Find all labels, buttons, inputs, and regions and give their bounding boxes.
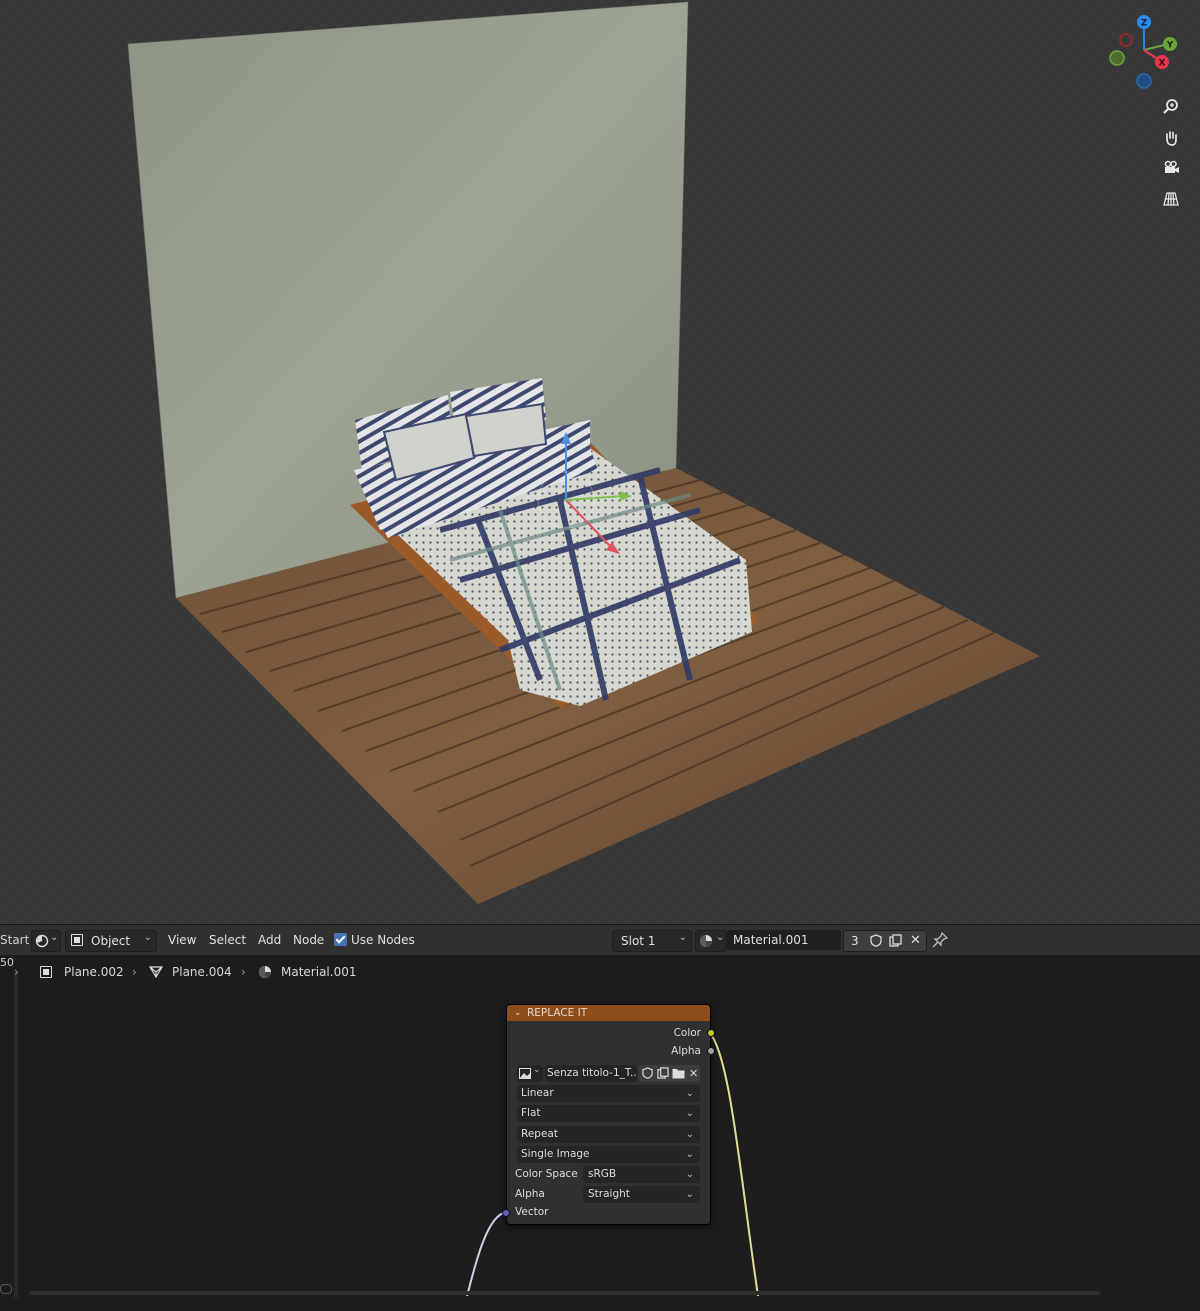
ortho-toggle-button[interactable]	[1158, 186, 1184, 212]
image-actions: ✕	[639, 1065, 700, 1082]
interpolation-value: Linear	[521, 1087, 554, 1099]
chevron-down-icon: ⌄	[685, 1129, 694, 1140]
shader-node-editor[interactable]: Start ⌄ Object ⌄ View Select Add Node Us…	[0, 924, 1200, 1311]
alpha-mode-dropdown[interactable]: Straight ⌄	[583, 1186, 700, 1203]
extension-value: Repeat	[521, 1128, 558, 1140]
color-space-dropdown[interactable]: sRGB ⌄	[583, 1166, 700, 1183]
image-texture-node[interactable]: ⌄ REPLACE IT Color Alpha ⌄ Senza titolo-…	[502, 1004, 715, 1225]
scene-render	[0, 0, 1200, 924]
image-browse-button[interactable]: ⌄	[517, 1065, 543, 1082]
grid-view-icon	[1163, 192, 1179, 206]
axis-x-label: X	[1159, 59, 1166, 69]
alpha-mode-label: Alpha	[515, 1188, 545, 1200]
output-alpha-label: Alpha	[671, 1045, 701, 1057]
hand-pan-icon	[1166, 131, 1177, 146]
chevron-down-icon: ⌄	[685, 1108, 694, 1119]
output-color-label: Color	[673, 1027, 701, 1039]
projection-value: Flat	[521, 1107, 541, 1119]
input-vector-socket[interactable]	[502, 1209, 510, 1217]
source-value: Single Image	[521, 1148, 590, 1160]
chevron-down-icon: ⌄	[685, 1189, 694, 1200]
color-space-label: Color Space	[515, 1168, 578, 1180]
output-alpha-socket[interactable]	[707, 1047, 715, 1055]
camera-view-button[interactable]	[1158, 155, 1184, 181]
axis-y-label: Y	[1166, 41, 1174, 51]
color-output-link[interactable]	[708, 1031, 759, 1297]
navigation-gizmo[interactable]: Z Y X	[1104, 10, 1184, 94]
axis-z-handle[interactable]: Z	[1137, 15, 1151, 29]
folder-open-icon[interactable]	[672, 1068, 685, 1079]
3d-viewport[interactable]: Z Y X	[0, 0, 1200, 924]
zoom-button[interactable]	[1158, 94, 1184, 120]
input-vector-label: Vector	[515, 1206, 549, 1218]
chevron-down-icon: ⌄	[533, 1065, 541, 1075]
collapse-chevron-icon[interactable]: ⌄	[514, 1005, 522, 1021]
chevron-down-icon: ⌄	[685, 1169, 694, 1180]
horizontal-scrollbar[interactable]	[30, 1291, 1100, 1295]
axis-x-handle[interactable]: X	[1155, 55, 1169, 69]
node-title: REPLACE IT	[527, 1007, 588, 1019]
source-dropdown[interactable]: Single Image ⌄	[517, 1146, 700, 1163]
camera-icon	[1164, 160, 1179, 173]
projection-dropdown[interactable]: Flat ⌄	[517, 1105, 700, 1122]
chevron-down-icon: ⌄	[685, 1088, 694, 1099]
alpha-mode-value: Straight	[588, 1188, 630, 1200]
node-header[interactable]: ⌄ REPLACE IT	[507, 1005, 710, 1021]
chevron-down-icon: ⌄	[685, 1149, 694, 1160]
duplicate-icon[interactable]	[657, 1067, 669, 1079]
unlink-close-icon[interactable]: ✕	[689, 1065, 698, 1082]
axis-z-label: Z	[1141, 19, 1148, 29]
image-datablock-row: ⌄ Senza titolo-1_T... ✕	[517, 1065, 700, 1082]
extension-dropdown[interactable]: Repeat ⌄	[517, 1126, 700, 1143]
interpolation-dropdown[interactable]: Linear ⌄	[517, 1085, 700, 1102]
fake-user-shield-icon[interactable]	[642, 1067, 653, 1079]
axis-y-handle[interactable]: Y	[1163, 37, 1177, 51]
vector-input-link[interactable]	[466, 1211, 507, 1297]
image-name-field[interactable]: Senza titolo-1_T...	[545, 1065, 637, 1082]
output-color-socket[interactable]	[707, 1029, 715, 1037]
image-icon	[519, 1068, 531, 1079]
color-space-value: sRGB	[588, 1168, 617, 1180]
zoom-icon	[1163, 99, 1178, 114]
pan-button[interactable]	[1158, 125, 1184, 151]
